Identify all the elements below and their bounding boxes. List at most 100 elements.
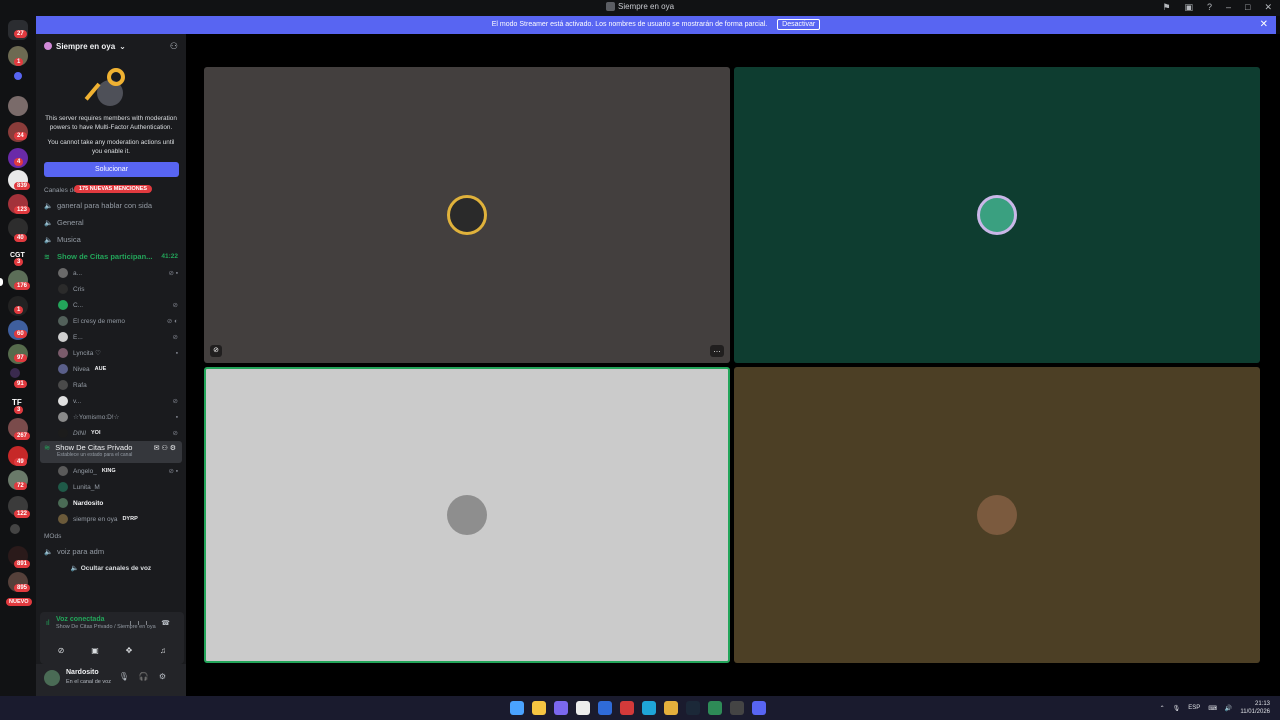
participant-tile[interactable] (734, 367, 1260, 663)
clock[interactable]: 21:13 11/01/2026 (1240, 700, 1270, 716)
voice-user[interactable]: C... ⊘ (36, 297, 186, 313)
channel-name: Show de Citas participan... (57, 252, 153, 261)
deactivate-button[interactable]: Desactivar (777, 19, 821, 30)
server-icon[interactable] (10, 368, 20, 378)
avatar (58, 300, 68, 310)
channel-name: Show De Citas Privado (55, 443, 133, 452)
add-member-icon[interactable]: ⚇ (170, 41, 178, 52)
voice-user-self[interactable]: Nardosito (36, 495, 186, 511)
channel-category[interactable]: MOds (36, 527, 186, 543)
camera-off-button[interactable]: ⊘ (46, 646, 76, 658)
voice-user[interactable]: E... ⊘ (36, 329, 186, 345)
rail-badge: 123 (14, 206, 31, 214)
mute-icon: ⊘ (210, 345, 222, 357)
voice-user[interactable]: Rafa (36, 377, 186, 393)
signal-icon[interactable]: ıl (46, 620, 50, 627)
channel-name: Musica (57, 235, 81, 244)
participant-tile-speaking[interactable] (204, 367, 730, 663)
voice-user[interactable]: El cresy de memo ⊘ ◐ (36, 313, 186, 329)
more-options-button[interactable]: … (710, 345, 724, 357)
voice-user[interactable]: Lyncita ♡ ▪ (36, 345, 186, 361)
mentions-badge[interactable]: 175 NUEVAS MENCIONES (74, 185, 153, 193)
voice-user-name: v... (73, 397, 82, 405)
server-icon[interactable] (8, 96, 28, 116)
voice-user[interactable]: a... ⊘ ▪ (36, 265, 186, 281)
new-badge[interactable]: NUEVO (6, 598, 32, 606)
voice-user[interactable]: Lunita_M (36, 479, 186, 495)
minimize-button[interactable]: – (1226, 2, 1231, 13)
taskbar-apps (510, 701, 766, 715)
user-name[interactable]: Nardosito (66, 669, 99, 676)
user-tag: YOI (91, 430, 101, 436)
voice-channel[interactable]: 🔈 General (36, 214, 186, 231)
terminal-icon[interactable] (730, 701, 744, 715)
teams-icon[interactable] (554, 701, 568, 715)
start-icon[interactable] (510, 701, 524, 715)
help-icon[interactable]: ? (1207, 2, 1212, 13)
avatar[interactable] (44, 670, 60, 686)
store-icon[interactable] (576, 701, 590, 715)
server-icon[interactable] (10, 524, 20, 534)
speaker-icon: 🔈 (44, 219, 53, 227)
screen-share-button[interactable]: ▣ (80, 646, 110, 658)
voice-user[interactable]: Cris (36, 281, 186, 297)
channel-category[interactable]: Canales de 175 NUEVAS MENCIONES (36, 177, 186, 197)
close-window-button[interactable]: ✕ (1264, 2, 1272, 13)
avatar (447, 195, 487, 235)
app-icon[interactable] (620, 701, 634, 715)
chrome-icon[interactable] (664, 701, 678, 715)
voice-user[interactable]: Nivea AUE (36, 361, 186, 377)
voice-user-name: Rafa (73, 381, 87, 389)
speaker-icon: 🔈 (44, 548, 53, 556)
time: 21:13 (1254, 701, 1270, 707)
channel-status[interactable]: Establece un estado para el canal (57, 452, 178, 458)
voice-channel[interactable]: 🔈 ganeral para hablar con sida (36, 197, 186, 214)
category-name: Canales de (44, 187, 77, 194)
hide-voice-channels[interactable]: 🔈 Ocultar canales de voz (44, 564, 178, 576)
mail-icon[interactable] (598, 701, 612, 715)
folder-icon[interactable] (14, 72, 22, 80)
voice-user[interactable]: Angelo_ KING ⊘ ▪ (36, 463, 186, 479)
disconnect-icon[interactable]: ııı ☎ (130, 619, 177, 627)
soundboard-button[interactable]: ♫ (148, 646, 178, 658)
avatar (58, 396, 68, 406)
user-status: En el canal de voz (66, 679, 111, 685)
voice-user-name: El cresy de memo (73, 317, 126, 325)
participant-tile[interactable] (734, 67, 1260, 363)
language-indicator[interactable]: ESP (1188, 705, 1200, 711)
voice-user[interactable]: DINI YOI ⊘ (36, 425, 186, 441)
voice-user[interactable]: ☆Yomismo:D!☆ ▪ (36, 409, 186, 425)
edge-icon[interactable] (642, 701, 656, 715)
folder-icon[interactable] (532, 701, 546, 715)
server-header[interactable]: Siempre en oya ⌄ ⚇ (36, 34, 186, 58)
discord-icon[interactable] (752, 701, 766, 715)
fix-button[interactable]: Solucionar (44, 162, 179, 177)
rail-badge: 839 (14, 182, 31, 190)
window-titlebar: Siempre en oya ⚑ ▣ ? – □ ✕ (0, 0, 1280, 16)
volume-icon[interactable]: 🔊 (1225, 705, 1232, 712)
steam-icon[interactable] (686, 701, 700, 715)
inbox-icon[interactable]: ⚑ (1162, 2, 1170, 13)
participant-tile[interactable]: ⊘ … (204, 67, 730, 363)
channel-timer: 41:22 (161, 253, 178, 260)
xbox-icon[interactable] (708, 701, 722, 715)
chevron-up-icon[interactable]: ⌃ (1160, 705, 1165, 712)
activities-button[interactable]: ✥ (114, 646, 144, 658)
network-icon[interactable]: ⌨ (1208, 705, 1217, 712)
channel-actions[interactable]: ✉⚇⚙ (154, 444, 178, 452)
voice-user[interactable]: siempre en oya DYRP (36, 511, 186, 527)
category-name: MOds (44, 533, 62, 540)
maximize-button[interactable]: □ (1245, 2, 1250, 13)
voice-channel-selected[interactable]: ≋ Show De Citas Privado ✉⚇⚙ Establece un e… (40, 441, 182, 463)
voice-channel-active[interactable]: ≋ Show de Citas participan... 41:22 (36, 248, 186, 265)
mfa-notice: This server requires members with modera… (36, 58, 186, 177)
user-controls[interactable]: 🎙🎧⚙ (119, 672, 176, 681)
close-banner-icon[interactable]: ✕ (1260, 16, 1268, 34)
user-panel: Nardosito En el canal de voz 🎙🎧⚙ (36, 664, 186, 696)
voice-channel[interactable]: 🔈 Musica (36, 231, 186, 248)
screen-icon[interactable]: ▣ (1184, 2, 1193, 13)
window-title-text: Siempre en oya (617, 2, 675, 11)
voice-channel[interactable]: 🔈 voiz para adm (36, 543, 186, 560)
mic-icon[interactable]: 🎙 (1173, 705, 1181, 712)
voice-user[interactable]: v... ⊘ (36, 393, 186, 409)
